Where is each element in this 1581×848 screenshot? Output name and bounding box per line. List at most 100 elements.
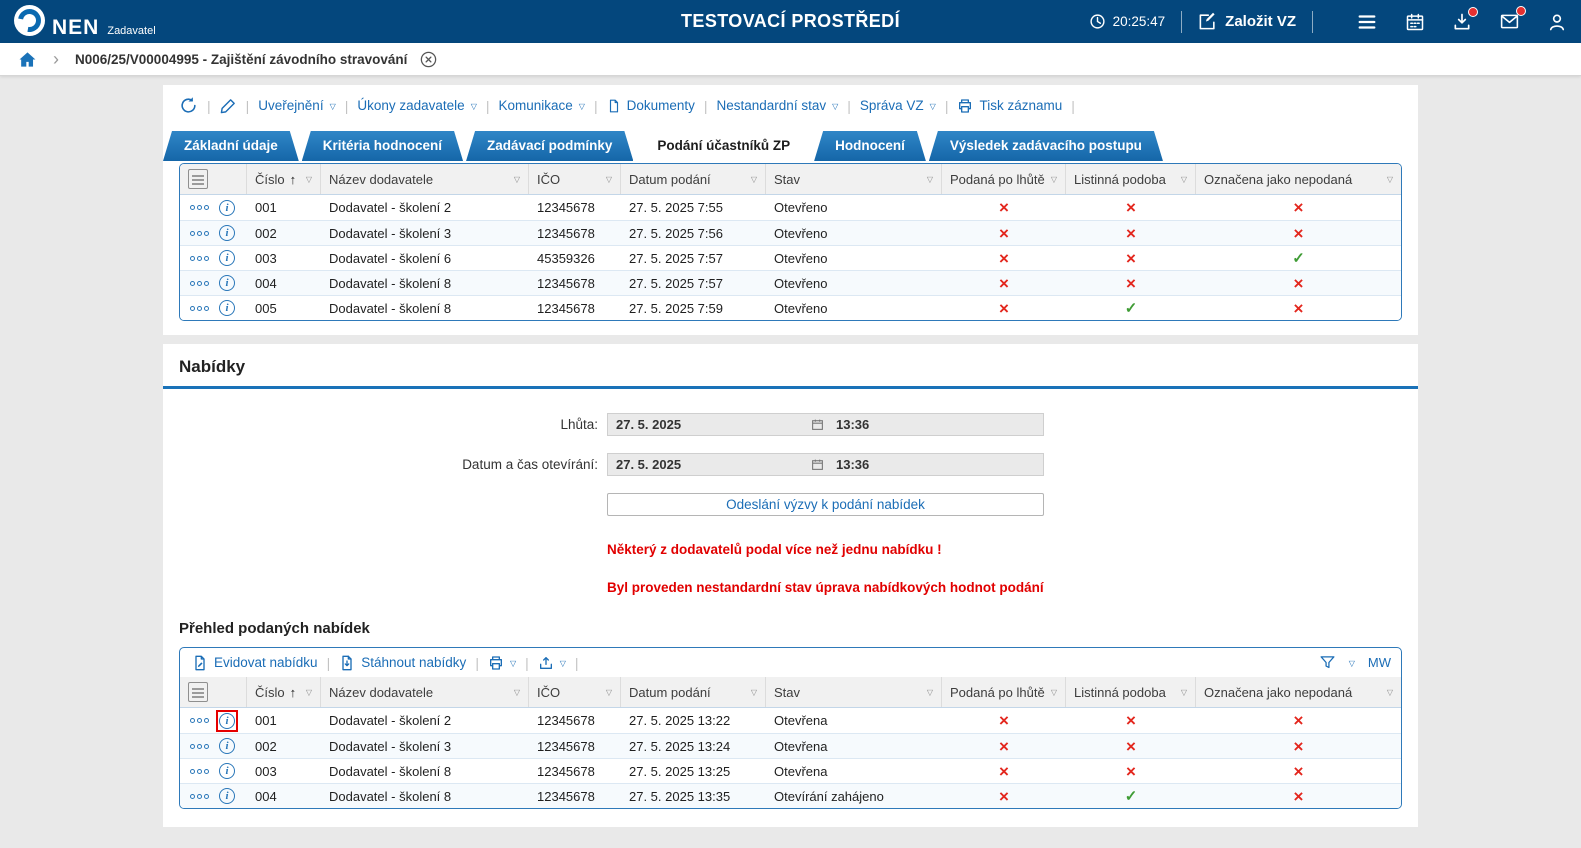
column-header-stav[interactable]: Stav	[766, 677, 942, 707]
row-info-icon[interactable]: i	[216, 709, 238, 732]
row-actions-icon[interactable]	[190, 305, 209, 311]
mail-icon[interactable]	[1499, 6, 1526, 32]
column-header-stav[interactable]: Stav	[766, 164, 942, 194]
user-icon[interactable]	[1547, 12, 1567, 32]
send-call-for-offers-button[interactable]: Odeslání výzvy k podání nabídek	[607, 493, 1044, 516]
row-actions-icon[interactable]	[190, 230, 209, 236]
toolbar-link-dokumenty[interactable]: Dokumenty	[607, 98, 695, 114]
toolbar-link-sprava-vz[interactable]: Správa VZ	[860, 98, 936, 113]
table-row[interactable]: i 005 Dodavatel - školení 8 12345678 27.…	[180, 295, 1401, 320]
close-icon[interactable]	[419, 50, 438, 69]
filter-caret-icon[interactable]	[1175, 175, 1187, 184]
tab-zakladni-udaje[interactable]: Základní údaje	[163, 131, 299, 161]
table-row[interactable]: i 004 Dodavatel - školení 8 12345678 27.…	[180, 270, 1401, 295]
row-info-icon[interactable]: i	[219, 199, 235, 216]
create-vz-button[interactable]: Založit VZ	[1198, 12, 1296, 31]
download-icon[interactable]	[1452, 6, 1478, 32]
filter-caret-icon[interactable]	[508, 688, 520, 697]
column-header-datum[interactable]: Datum podání	[621, 164, 766, 194]
column-header-nepodana[interactable]: Označena jako nepodaná	[1196, 677, 1401, 707]
tab-zadavaci-podminky[interactable]: Zadávací podmínky	[466, 131, 633, 161]
row-info-icon[interactable]: i	[219, 250, 235, 266]
row-info-icon[interactable]: i	[219, 788, 235, 804]
export-table-button[interactable]	[538, 655, 566, 671]
view-dropdown-caret-icon[interactable]	[1349, 660, 1355, 668]
filter-caret-icon[interactable]	[745, 688, 757, 697]
breadcrumb-item[interactable]: N006/25/V00004995 - Zajištění závodního …	[75, 52, 407, 67]
column-header-datum[interactable]: Datum podání	[621, 677, 766, 707]
column-header-listinna[interactable]: Listinná podoba	[1066, 677, 1196, 707]
column-header-ico[interactable]: IČO	[529, 677, 621, 707]
row-actions-icon[interactable]	[190, 205, 209, 210]
filter-caret-icon[interactable]	[508, 175, 520, 184]
table-row[interactable]: i 002 Dodavatel - školení 3 12345678 27.…	[180, 220, 1401, 245]
filter-caret-icon[interactable]	[600, 688, 612, 697]
table-row[interactable]: i 004 Dodavatel - školení 8 12345678 27.…	[180, 783, 1401, 808]
column-header-listinna[interactable]: Listinná podoba	[1066, 164, 1196, 194]
column-settings[interactable]	[180, 677, 247, 707]
column-header-cislo[interactable]: Číslo	[247, 164, 321, 194]
calendar-icon[interactable]	[1405, 12, 1425, 32]
otevirani-time-value[interactable]: 13:36	[828, 457, 869, 472]
row-actions-icon[interactable]	[190, 718, 209, 723]
evidovat-nabidku-button[interactable]: Evidovat nabídku	[192, 655, 318, 671]
stahnout-nabidky-button[interactable]: Stáhnout nabídky	[339, 655, 466, 671]
tab-podani-ucastniku-zp[interactable]: Podání účastníků ZP	[636, 131, 811, 161]
table-row[interactable]: i 001 Dodavatel - školení 2 12345678 27.…	[180, 708, 1401, 733]
table-row[interactable]: i 002 Dodavatel - školení 3 12345678 27.…	[180, 733, 1401, 758]
filter-caret-icon[interactable]	[1045, 688, 1057, 697]
filter-caret-icon[interactable]	[600, 175, 612, 184]
filter-caret-icon[interactable]	[1175, 688, 1187, 697]
toolbar-link-komunikace[interactable]: Komunikace	[499, 98, 585, 113]
hamburger-menu-icon[interactable]	[1356, 11, 1378, 33]
row-actions-icon[interactable]	[190, 793, 209, 799]
lhuta-datetime-field[interactable]: 27. 5. 2025 13:36	[607, 413, 1044, 436]
row-actions-icon[interactable]	[190, 768, 209, 774]
view-selector-label[interactable]: MW	[1368, 655, 1391, 670]
otevirani-date-value[interactable]: 27. 5. 2025	[608, 457, 811, 472]
toolbar-link-nestandardni-stav[interactable]: Nestandardní stav	[717, 98, 839, 113]
filter-caret-icon[interactable]	[300, 688, 312, 697]
column-header-ico[interactable]: IČO	[529, 164, 621, 194]
toolbar-link-ukony-zadavatele[interactable]: Úkony zadavatele	[357, 98, 476, 113]
table-row[interactable]: i 003 Dodavatel - školení 6 45359326 27.…	[180, 245, 1401, 270]
column-header-po-lhute[interactable]: Podaná po lhůtě	[942, 164, 1066, 194]
lhuta-time-value[interactable]: 13:36	[828, 417, 869, 432]
row-info-icon[interactable]: i	[219, 275, 235, 291]
row-info-icon[interactable]: i	[219, 300, 235, 316]
filter-caret-icon[interactable]	[1381, 688, 1393, 697]
tab-hodnoceni[interactable]: Hodnocení	[814, 131, 926, 161]
row-info-icon[interactable]: i	[219, 225, 235, 241]
column-header-nazev[interactable]: Název dodavatele	[321, 164, 529, 194]
filter-caret-icon[interactable]	[921, 175, 933, 184]
history-back-icon[interactable]	[179, 96, 198, 115]
row-info-icon[interactable]: i	[219, 763, 235, 779]
column-settings[interactable]	[180, 164, 247, 194]
tab-vysledek-zadavaciho-postupu[interactable]: Výsledek zadávacího postupu	[929, 131, 1163, 161]
otevirani-datetime-field[interactable]: 27. 5. 2025 13:36	[607, 453, 1044, 476]
column-header-po-lhute[interactable]: Podaná po lhůtě	[942, 677, 1066, 707]
print-table-button[interactable]	[488, 655, 516, 671]
calendar-icon[interactable]	[811, 458, 824, 471]
filter-caret-icon[interactable]	[1045, 175, 1057, 184]
filter-caret-icon[interactable]	[921, 688, 933, 697]
lhuta-date-value[interactable]: 27. 5. 2025	[608, 417, 811, 432]
toolbar-link-tisk-zaznamu[interactable]: Tisk záznamu	[957, 98, 1062, 114]
filter-caret-icon[interactable]	[1381, 175, 1393, 184]
filter-caret-icon[interactable]	[745, 175, 757, 184]
tab-kriteria-hodnoceni[interactable]: Kritéria hodnocení	[302, 131, 463, 161]
row-actions-icon[interactable]	[190, 743, 209, 749]
column-header-cislo[interactable]: Číslo	[247, 677, 321, 707]
table-row[interactable]: i 003 Dodavatel - školení 8 12345678 27.…	[180, 758, 1401, 783]
toolbar-link-uverejneni[interactable]: Uveřejnění	[258, 98, 335, 113]
calendar-icon[interactable]	[811, 418, 824, 431]
filter-funnel-icon[interactable]	[1319, 654, 1336, 671]
row-actions-icon[interactable]	[190, 255, 209, 261]
column-header-nepodana[interactable]: Označena jako nepodaná	[1196, 164, 1401, 194]
nen-logo[interactable]: NEN Zadavatel	[14, 5, 156, 38]
column-header-nazev[interactable]: Název dodavatele	[321, 677, 529, 707]
row-actions-icon[interactable]	[190, 280, 209, 286]
filter-caret-icon[interactable]	[300, 175, 312, 184]
table-row[interactable]: i 001 Dodavatel - školení 2 12345678 27.…	[180, 195, 1401, 220]
home-icon[interactable]	[18, 50, 37, 69]
